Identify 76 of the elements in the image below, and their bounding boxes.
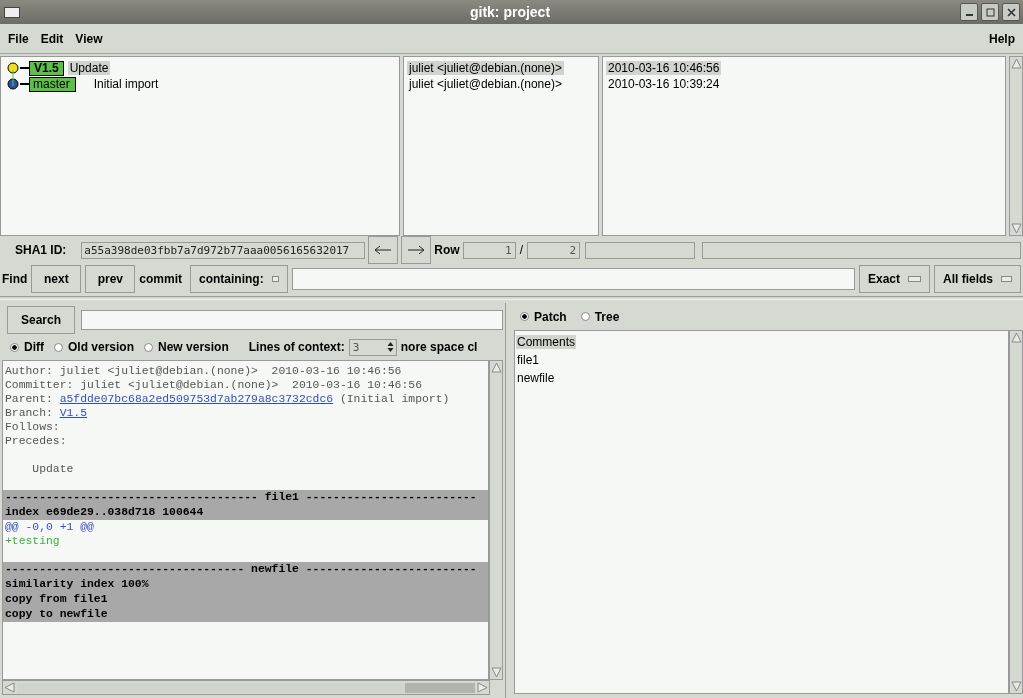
next-button[interactable]: next (31, 265, 82, 293)
date-cell[interactable]: 2010-03-16 10:39:24 (606, 77, 722, 91)
row-total-field: 2 (527, 241, 581, 259)
ignore-space-checkbox-label[interactable]: nore space cl (400, 340, 478, 354)
scroll-up-icon[interactable] (490, 362, 502, 373)
diff-line: Follows: (4, 420, 61, 434)
prev-button[interactable]: prev (85, 265, 136, 293)
commit-link[interactable]: a5fdde07bc68a2ed509753d7ab279a8c3732cdc6 (59, 393, 334, 405)
minimize-button[interactable] (960, 3, 978, 21)
help-menu[interactable]: Help (983, 31, 1021, 46)
find-mode-dropdown[interactable]: containing: (190, 265, 288, 293)
horizontal-scrollbar[interactable] (2, 680, 490, 695)
row-number-field: 1 (462, 241, 516, 259)
branch-tag: master (29, 76, 76, 92)
view-mode-radio[interactable]: Tree (580, 309, 620, 324)
graph-line (12, 70, 14, 86)
spin-arrows-icon[interactable] (386, 341, 394, 353)
diff-mode-radio[interactable]: New version (144, 340, 229, 354)
menu-item[interactable]: File (2, 31, 35, 46)
scroll-down-icon[interactable] (1010, 223, 1022, 234)
menu-item[interactable]: View (69, 31, 109, 46)
close-button[interactable] (1002, 3, 1020, 21)
hunk-header-line: @@ -0,0 +1 @@ (4, 520, 95, 534)
commit-subject[interactable]: Initial import (91, 77, 161, 91)
left-arrow-icon (374, 245, 393, 255)
scroll-down-icon[interactable] (490, 667, 502, 678)
diff-line: Branch: V1.5 (4, 406, 89, 420)
scroll-up-icon[interactable] (1010, 332, 1022, 343)
search-field[interactable] (81, 310, 503, 330)
diff-mode-radio[interactable]: Old version (54, 340, 135, 354)
diff-mode-radio[interactable]: Diff (10, 340, 44, 354)
context-label: Lines of context: (248, 340, 345, 354)
author-cell[interactable]: juliet <juliet@debian.(none)> (407, 77, 564, 91)
commit-link[interactable]: V1.5 (59, 407, 88, 419)
commit-subject[interactable]: Update (67, 61, 111, 75)
file-list-item[interactable]: file1 (516, 353, 540, 367)
back-button[interactable] (368, 236, 399, 264)
window-menu-icon[interactable] (4, 6, 20, 18)
match-dropdown[interactable]: Exact (859, 265, 930, 293)
view-mode-radio[interactable]: Patch (520, 309, 567, 324)
diff-line: Precedes: (4, 434, 68, 448)
right-arrow-icon (407, 245, 426, 255)
scrollbar[interactable] (1009, 330, 1023, 694)
sha1-label: SHA1 ID: (15, 243, 67, 257)
author-cell[interactable]: juliet <juliet@debian.(none)> (407, 61, 564, 75)
added-line: +testing (4, 534, 61, 548)
diff-line: Parent: a5fdde07bc68a2ed509753d7ab279a8c3732cdc6 (Initial import) (4, 392, 451, 406)
row-label: Row (434, 243, 460, 257)
scroll-right-icon[interactable] (477, 682, 488, 693)
scrollbar[interactable] (489, 360, 503, 680)
row-separator: / (519, 243, 524, 257)
maximize-icon (985, 7, 995, 17)
minimize-icon (965, 13, 973, 16)
find-type-label: commit (139, 272, 182, 286)
sha1-field[interactable]: a55a398de03fbb7a7d972b77aaa0056165632017 (81, 241, 366, 259)
window-title: gitk: project (468, 4, 552, 20)
scroll-left-icon[interactable] (4, 682, 15, 693)
diff-line: Committer: juliet <juliet@debian.(none)> 2010-03-16 10:46:56 (4, 378, 423, 392)
scroll-up-icon[interactable] (1010, 58, 1022, 69)
find-label: Find (2, 272, 28, 286)
diff-line: Update (31, 462, 75, 476)
find-field[interactable] (292, 268, 855, 290)
file-list-item[interactable]: newfile (516, 371, 556, 385)
scroll-down-icon[interactable] (1010, 681, 1022, 692)
forward-button[interactable] (401, 236, 432, 264)
close-icon (1006, 7, 1016, 17)
date-cell[interactable]: 2010-03-16 10:46:56 (606, 61, 722, 75)
diff-line: Author: juliet <juliet@debian.(none)> 2010-03-16 10:46:56 (4, 364, 403, 378)
menu-item[interactable]: Edit (34, 31, 70, 46)
scrollbar[interactable] (1009, 56, 1023, 236)
fields-dropdown[interactable]: All fields (934, 265, 1021, 293)
search-button[interactable]: Search (7, 306, 75, 334)
maximize-button[interactable] (981, 3, 999, 21)
context-spinbox[interactable]: 3 (348, 338, 397, 356)
file-list-item[interactable]: Comments (516, 335, 576, 349)
branch-tag: V1.5 (29, 60, 64, 76)
